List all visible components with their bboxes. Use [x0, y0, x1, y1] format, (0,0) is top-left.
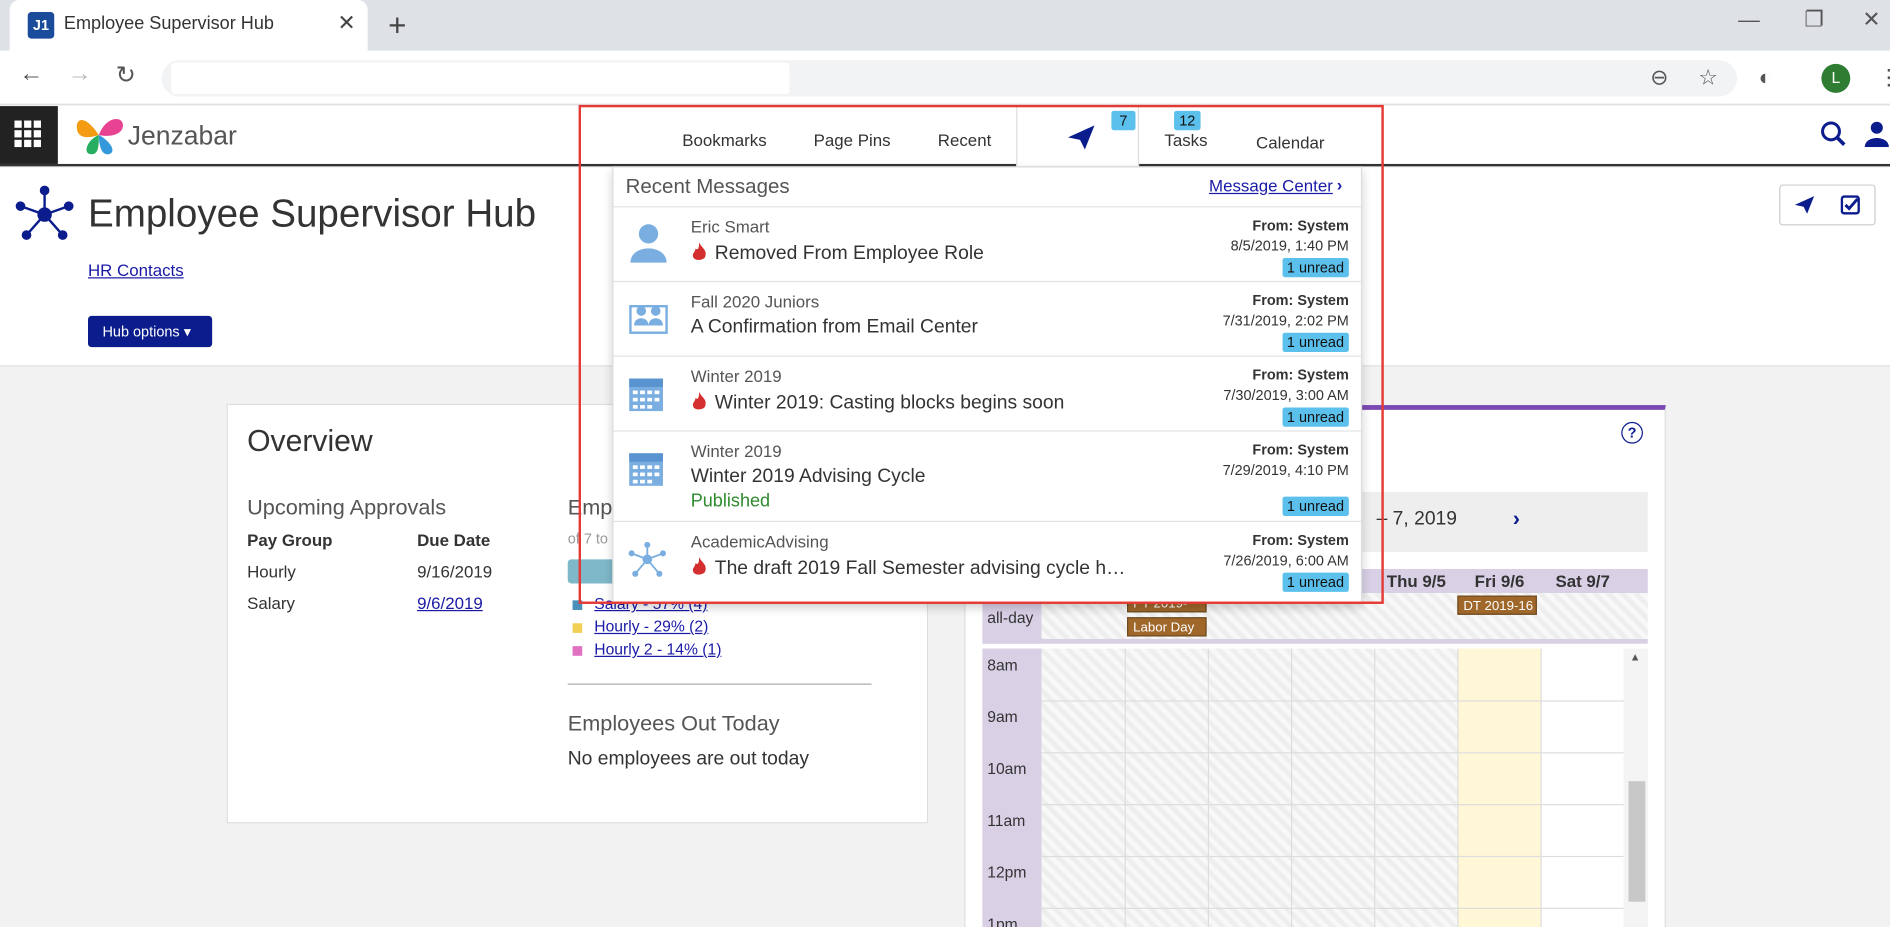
- user-icon[interactable]: [1864, 121, 1890, 148]
- day-header: Thu 9/5: [1386, 571, 1446, 591]
- browser-tabstrip: J1 Employee Supervisor Hub ✕ + — ❐ ✕: [0, 0, 1890, 51]
- window-close-icon[interactable]: ✕: [1862, 7, 1880, 32]
- app-launcher-button[interactable]: [0, 106, 58, 164]
- day-header: Sat 9/7: [1555, 571, 1610, 591]
- employees-out-heading: Employees Out Today: [567, 711, 780, 736]
- calendar-event[interactable]: DT 2019-16: [1457, 595, 1537, 615]
- section-divider: [567, 683, 872, 685]
- jenzabar-butterfly-logo-icon[interactable]: [72, 113, 127, 156]
- time-column: 8am 9am 10am 11am 12pm 1pm: [982, 648, 1042, 927]
- legend-item-hourly[interactable]: Hourly - 29% (2): [572, 617, 709, 636]
- day-line: [1540, 648, 1542, 927]
- browser-menu-icon[interactable]: ⋮: [1878, 65, 1890, 90]
- close-tab-icon[interactable]: ✕: [338, 11, 356, 36]
- calendar-time-grid: 8am 9am 10am 11am 12pm 1pm ▲: [982, 648, 1648, 927]
- day-header: Fri 9/6: [1474, 571, 1525, 591]
- hour-line: [1041, 804, 1624, 806]
- approval-group: Hourly: [247, 561, 296, 582]
- profile-avatar[interactable]: L: [1821, 63, 1851, 93]
- hr-contacts-link[interactable]: HR Contacts: [88, 260, 184, 279]
- calendar-grid: Thu 9/5 Fri 9/6 Sat 9/7 all-day PT 2019-…: [982, 568, 1648, 927]
- calendar-event[interactable]: Labor Day: [1127, 617, 1207, 637]
- hub-network-icon: [15, 185, 74, 240]
- hub-options-button[interactable]: Hub options ▾: [87, 315, 213, 348]
- approval-due: 9/16/2019: [417, 561, 493, 582]
- browser-tab[interactable]: J1 Employee Supervisor Hub ✕: [9, 0, 368, 51]
- time-label: 8am: [987, 655, 1018, 674]
- time-label: 11am: [987, 811, 1026, 830]
- help-icon[interactable]: ?: [1621, 421, 1643, 444]
- time-label: 10am: [987, 759, 1027, 778]
- jenzabar-logo-text: Jenzabar: [127, 120, 237, 151]
- employees-out-text: No employees are out today: [567, 748, 809, 770]
- approval-group: Salary: [247, 593, 295, 613]
- address-input[interactable]: [171, 62, 790, 95]
- send-message-icon[interactable]: [1794, 195, 1815, 220]
- new-tab-icon[interactable]: +: [388, 7, 406, 44]
- time-label: 1pm: [987, 914, 1018, 927]
- upcoming-approvals-heading: Upcoming Approvals: [247, 495, 447, 520]
- bookmark-star-icon[interactable]: ☆: [1698, 65, 1717, 90]
- pay-group-header: Pay Group: [247, 530, 333, 550]
- overview-title: Overview: [247, 424, 373, 459]
- hub-options-label: Hub options: [102, 323, 180, 340]
- restore-icon[interactable]: ❐: [1804, 7, 1823, 32]
- approval-due-link[interactable]: 9/6/2019: [417, 593, 483, 612]
- chevron-right-icon[interactable]: ›: [1513, 506, 1520, 531]
- reload-icon[interactable]: ↻: [116, 60, 136, 90]
- day-line: [1207, 648, 1210, 927]
- caret-down-icon: ▾: [183, 323, 191, 340]
- legend-swatch: [572, 645, 583, 656]
- legend-label: Hourly - 29% (2): [594, 617, 709, 636]
- task-check-icon[interactable]: [1840, 195, 1860, 220]
- day-line: [1290, 648, 1293, 927]
- jenzabar-favicon: J1: [27, 12, 55, 39]
- page-title: Employee Supervisor Hub: [87, 191, 537, 236]
- hour-line: [1041, 907, 1624, 909]
- minimize-icon[interactable]: —: [1738, 7, 1760, 32]
- today-column: [1457, 648, 1541, 927]
- browser-tab-title: Employee Supervisor Hub: [63, 13, 274, 34]
- day-line: [1457, 648, 1459, 927]
- quick-actions: [1779, 184, 1876, 226]
- saturday-column: [1540, 648, 1624, 927]
- day-line: [1374, 648, 1376, 927]
- address-bar[interactable]: [161, 60, 1737, 97]
- legend-item-hourly-2[interactable]: Hourly 2 - 14% (1): [572, 640, 722, 659]
- calendar-scrollbar[interactable]: ▲: [1623, 648, 1648, 927]
- calendar-range: – 7, 2019: [1376, 508, 1458, 530]
- hour-line: [1041, 752, 1624, 754]
- legend-swatch: [572, 622, 583, 633]
- highlight-box: [578, 104, 1384, 604]
- time-label: 12pm: [987, 863, 1027, 882]
- extension-icon[interactable]: ◐: [1759, 65, 1772, 90]
- due-date-header: Due Date: [417, 530, 491, 550]
- legend-label: Hourly 2 - 14% (1): [594, 640, 722, 659]
- zoom-out-icon[interactable]: ⊖: [1650, 65, 1668, 90]
- time-label: 9am: [987, 707, 1018, 726]
- scroll-thumb[interactable]: [1628, 781, 1646, 902]
- search-icon[interactable]: [1820, 121, 1847, 148]
- hour-line: [1041, 855, 1624, 858]
- grid-icon: [14, 120, 41, 148]
- hour-line: [1041, 700, 1624, 702]
- back-icon[interactable]: ←: [19, 60, 43, 88]
- day-line: [1124, 648, 1126, 927]
- scroll-up-icon[interactable]: ▲: [1630, 651, 1641, 663]
- browser-toolbar: ← → ↻ ⊖ ☆ ◐ L ⋮: [0, 50, 1890, 105]
- forward-icon[interactable]: →: [68, 60, 92, 88]
